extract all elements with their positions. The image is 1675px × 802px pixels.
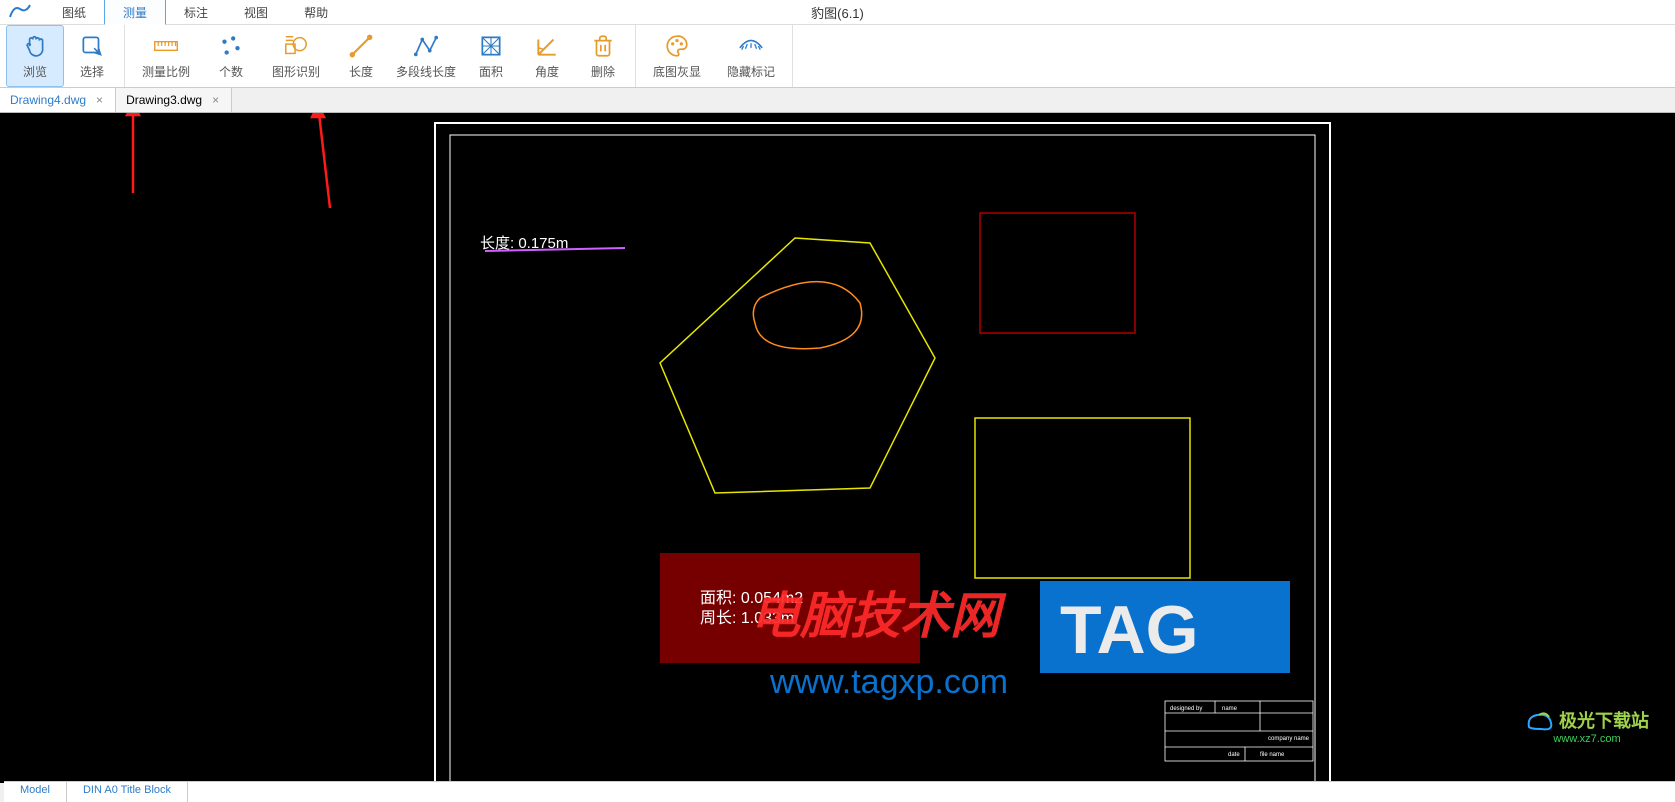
watermark-url: www.xz7.com [1553, 733, 1620, 745]
select-label: 选择 [80, 63, 104, 80]
overlay-url: www.tagxp.com [769, 663, 1008, 701]
hide-marks-label: 隐藏标记 [727, 63, 775, 80]
ruler-icon [153, 33, 179, 59]
red-rectangle [980, 213, 1135, 333]
bottom-tabs: Model DIN A0 Title Block [4, 781, 1675, 802]
overlay-brand: 电脑技术网 TAG www.tagxp.com [740, 581, 1290, 701]
app-logo-icon [6, 2, 34, 22]
hide-marks-button[interactable]: 隐藏标记 [714, 25, 788, 87]
drawing-canvas[interactable]: 长度: 0.175m 面积: 0.054m2 周长: 1.033m design… [0, 113, 1675, 783]
area-label: 面积 [479, 63, 503, 80]
polyline-length-button[interactable]: 多段线长度 [389, 25, 463, 87]
area-button[interactable]: 面积 [463, 25, 519, 87]
file-tab-1[interactable]: Drawing4.dwg × [0, 88, 116, 112]
menu-item-annotation[interactable]: 标注 [166, 0, 226, 24]
hexagon-shape [660, 238, 935, 493]
close-icon[interactable]: × [210, 93, 221, 107]
polyline-icon [413, 33, 439, 59]
file-tab-1-label: Drawing4.dwg [10, 93, 86, 107]
bottom-tab-title-block[interactable]: DIN A0 Title Block [67, 782, 188, 802]
blob-shape [753, 282, 861, 349]
scale-label: 测量比例 [142, 63, 190, 80]
canvas-svg: 长度: 0.175m 面积: 0.054m2 周长: 1.033m design… [0, 113, 1675, 783]
dots-icon [218, 33, 244, 59]
shapes-icon [283, 33, 309, 59]
trash-icon [590, 33, 616, 59]
delete-button[interactable]: 删除 [575, 25, 631, 87]
select-icon [79, 33, 105, 59]
shape-recog-label: 图形识别 [272, 63, 320, 80]
palette-icon [664, 33, 690, 59]
watermark: 极光下载站 www.xz7.com [1525, 707, 1649, 745]
tb-filename: file name [1260, 752, 1285, 758]
tool-group-nav: 浏览 选择 [2, 25, 125, 87]
menu-item-drawing[interactable]: 图纸 [44, 0, 104, 24]
length-button[interactable]: 长度 [333, 25, 389, 87]
menu-item-view[interactable]: 视图 [226, 0, 286, 24]
watermark-icon [1525, 707, 1555, 733]
length-label: 长度 [349, 63, 373, 80]
bottom-tab-model[interactable]: Model [4, 782, 67, 802]
tb-designed-by: designed by [1170, 706, 1202, 712]
file-tab-2[interactable]: Drawing3.dwg × [116, 88, 232, 112]
angle-button[interactable]: 角度 [519, 25, 575, 87]
overlay-tag: TAG [1060, 592, 1199, 668]
app-title: 豹图(6.1) [811, 3, 864, 22]
tb-name: name [1222, 706, 1238, 712]
annotation-arrow-2 [312, 113, 330, 208]
browse-label: 浏览 [23, 63, 47, 80]
yellow-rectangle [975, 418, 1190, 578]
watermark-title: 极光下载站 [1559, 707, 1649, 733]
angle-icon [534, 33, 560, 59]
gray-base-label: 底图灰显 [653, 63, 701, 80]
count-button[interactable]: 个数 [203, 25, 259, 87]
toolbar: 浏览 选择 测量比例 个数 图形识别 [0, 25, 1675, 88]
menu-item-help[interactable]: 帮助 [286, 0, 346, 24]
gray-base-button[interactable]: 底图灰显 [640, 25, 714, 87]
file-tabs-bar: Drawing4.dwg × Drawing3.dwg × [0, 88, 1675, 113]
tool-group-measure: 测量比例 个数 图形识别 长度 多段线长度 [125, 25, 636, 87]
select-button[interactable]: 选择 [64, 25, 120, 87]
delete-label: 删除 [591, 63, 615, 80]
browse-button[interactable]: 浏览 [6, 25, 64, 87]
tool-group-view: 底图灰显 隐藏标记 [636, 25, 793, 87]
hand-icon [22, 33, 48, 59]
shape-recog-button[interactable]: 图形识别 [259, 25, 333, 87]
line-icon [348, 33, 374, 59]
close-icon[interactable]: × [94, 93, 105, 107]
menu-bar: 图纸 测量 标注 视图 帮助 豹图(6.1) [0, 0, 1675, 25]
angle-label: 角度 [535, 63, 559, 80]
tb-date: date [1228, 752, 1240, 758]
eye-off-icon [738, 33, 764, 59]
area-icon [478, 33, 504, 59]
count-label: 个数 [219, 63, 243, 80]
menu-item-measure[interactable]: 测量 [104, 0, 166, 25]
file-tab-2-label: Drawing3.dwg [126, 93, 202, 107]
scale-button[interactable]: 测量比例 [129, 25, 203, 87]
polyline-length-label: 多段线长度 [396, 63, 456, 80]
overlay-brand-cn: 电脑技术网 [750, 588, 1007, 644]
tb-company: company name [1268, 736, 1310, 742]
annotation-arrow-1 [127, 113, 139, 193]
